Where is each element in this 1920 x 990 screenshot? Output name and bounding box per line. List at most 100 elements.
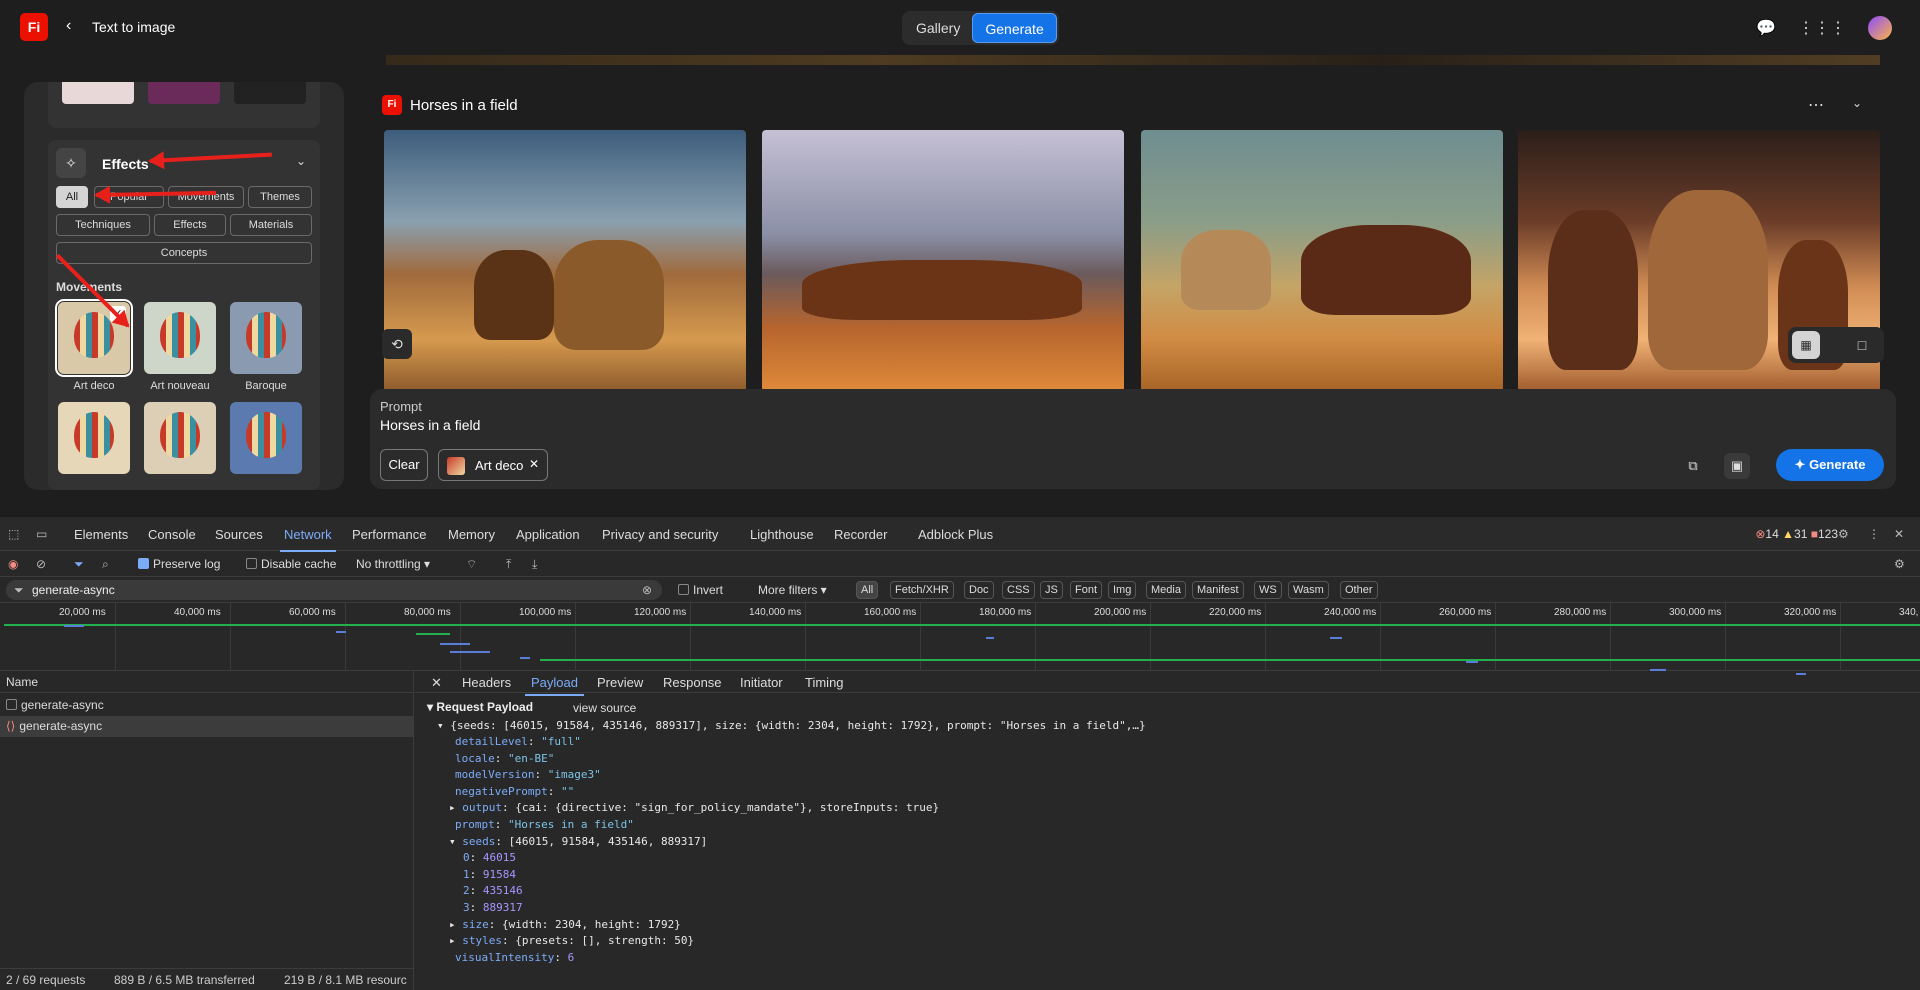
payload-summary[interactable]: ▾ {seeds: [46015, 91584, 435146, 889317]… bbox=[437, 719, 1146, 732]
tab-application[interactable]: Application bbox=[516, 527, 580, 542]
type-filter-manifest[interactable]: Manifest bbox=[1192, 581, 1244, 599]
type-filter-doc[interactable]: Doc bbox=[964, 581, 994, 599]
tab-response[interactable]: Response bbox=[663, 675, 722, 690]
tab-privacy[interactable]: Privacy and security bbox=[602, 527, 718, 542]
clear-filter-icon[interactable]: ⊗ bbox=[642, 583, 652, 597]
generated-image[interactable] bbox=[384, 130, 746, 392]
reference-image-icon[interactable]: ▣ bbox=[1724, 453, 1750, 479]
chevron-down-icon[interactable]: ⌄ bbox=[296, 154, 306, 168]
type-filter-wasm[interactable]: Wasm bbox=[1288, 581, 1329, 599]
tab-elements[interactable]: Elements bbox=[74, 527, 128, 542]
close-icon[interactable]: ✕ bbox=[431, 675, 442, 691]
thumbnail[interactable] bbox=[62, 82, 134, 104]
tab-console[interactable]: Console bbox=[148, 527, 196, 542]
issue-counts[interactable]: ⊗14 ▲31 ■123 bbox=[1755, 527, 1838, 541]
filter-all[interactable]: All bbox=[56, 186, 88, 208]
gear-icon[interactable]: ⚙ bbox=[1838, 527, 1849, 541]
history-icon[interactable]: ⟲ bbox=[382, 329, 412, 359]
type-filter-css[interactable]: CSS bbox=[1002, 581, 1035, 599]
name-column-header[interactable]: Name bbox=[0, 671, 414, 693]
gallery-tab[interactable]: Gallery bbox=[904, 13, 972, 43]
thumbnail[interactable] bbox=[148, 82, 220, 104]
export-har-icon[interactable]: ⤓ bbox=[532, 557, 537, 572]
record-icon[interactable]: ◉ bbox=[8, 557, 18, 571]
image-settings-icon[interactable]: ⧉ bbox=[1680, 453, 1706, 479]
kebab-menu-icon[interactable]: ⋮ bbox=[1868, 527, 1880, 541]
tab-adblock-plus[interactable]: Adblock Plus bbox=[918, 527, 993, 542]
type-filter-ws[interactable]: WS bbox=[1254, 581, 1282, 599]
filter-icon[interactable]: ⏷ bbox=[74, 557, 84, 572]
generated-image[interactable] bbox=[762, 130, 1124, 392]
filter-themes[interactable]: Themes bbox=[248, 186, 312, 208]
search-icon[interactable]: ⌕ bbox=[102, 557, 109, 572]
chevron-down-icon[interactable]: ⌄ bbox=[1852, 96, 1862, 110]
filter-input[interactable]: ⏷ generate-async ⊗ bbox=[6, 580, 662, 600]
tab-initiator[interactable]: Initiator bbox=[740, 675, 783, 690]
view-source-link[interactable]: view source bbox=[573, 701, 636, 715]
style-tile[interactable] bbox=[144, 402, 216, 474]
type-filter-media[interactable]: Media bbox=[1146, 581, 1186, 599]
inspect-icon[interactable]: ⬚ bbox=[8, 527, 19, 541]
type-filter-img[interactable]: Img bbox=[1108, 581, 1137, 599]
tab-preview[interactable]: Preview bbox=[597, 675, 643, 690]
clear-icon[interactable]: ⊘ bbox=[36, 557, 46, 571]
network-conditions-icon[interactable]: ⌔ bbox=[466, 557, 477, 572]
payload-line[interactable]: ▸ size: {width: 2304, height: 1792} bbox=[449, 918, 681, 931]
style-tile[interactable] bbox=[230, 402, 302, 474]
tab-headers[interactable]: Headers bbox=[462, 675, 511, 690]
type-filter-all[interactable]: All bbox=[856, 581, 879, 599]
feedback-icon[interactable]: 💬 bbox=[1756, 18, 1776, 38]
tab-network[interactable]: Network bbox=[280, 527, 336, 552]
type-filter-other[interactable]: Other bbox=[1340, 581, 1378, 599]
network-timeline[interactable]: 20,000 ms 40,000 ms 60,000 ms 80,000 ms 100,… bbox=[0, 603, 1920, 675]
close-icon[interactable]: ✕ bbox=[529, 457, 539, 471]
filter-techniques[interactable]: Techniques bbox=[56, 214, 150, 236]
filter-materials[interactable]: Materials bbox=[230, 214, 312, 236]
tab-payload[interactable]: Payload bbox=[525, 675, 584, 696]
more-filters-dropdown[interactable]: More filters ▾ bbox=[758, 583, 827, 597]
generate-tab[interactable]: Generate bbox=[972, 13, 1057, 43]
tab-timing[interactable]: Timing bbox=[805, 675, 844, 690]
avatar[interactable] bbox=[1868, 16, 1892, 40]
disable-cache-checkbox[interactable]: Disable cache bbox=[246, 557, 336, 571]
payload-line[interactable]: ▸ styles: {presets: [], strength: 50} bbox=[449, 934, 694, 947]
generated-image[interactable] bbox=[1141, 130, 1503, 392]
style-tile[interactable] bbox=[58, 402, 130, 474]
style-baroque[interactable] bbox=[230, 302, 302, 374]
type-filter-fetch[interactable]: Fetch/XHR bbox=[890, 581, 954, 599]
style-art-deco[interactable]: ✓ bbox=[55, 299, 133, 377]
thumbnail[interactable] bbox=[234, 82, 306, 104]
filter-concepts[interactable]: Concepts bbox=[56, 242, 312, 264]
network-settings-icon[interactable]: ⚙ bbox=[1894, 557, 1905, 571]
throttling-select[interactable]: No throttling ▾ bbox=[356, 557, 430, 571]
chevron-left-icon[interactable]: ‹ bbox=[66, 17, 71, 35]
style-art-nouveau[interactable] bbox=[144, 302, 216, 374]
invert-checkbox[interactable]: Invert bbox=[678, 583, 723, 597]
payload-line[interactable]: ▾ seeds: [46015, 91584, 435146, 889317] bbox=[449, 835, 707, 848]
request-row[interactable]: generate-async bbox=[0, 695, 414, 716]
tab-performance[interactable]: Performance bbox=[352, 527, 426, 542]
tab-recorder[interactable]: Recorder bbox=[834, 527, 887, 542]
type-filter-font[interactable]: Font bbox=[1070, 581, 1103, 599]
single-view-icon[interactable]: □ bbox=[1848, 331, 1876, 359]
filter-effects[interactable]: Effects bbox=[154, 214, 226, 236]
generate-button[interactable]: ✦ Generate bbox=[1776, 449, 1884, 481]
request-row[interactable]: ⟨⟩ generate-async bbox=[0, 716, 414, 737]
tab-lighthouse[interactable]: Lighthouse bbox=[750, 527, 814, 542]
grid-view-icon[interactable]: ▦ bbox=[1792, 331, 1820, 359]
preserve-log-checkbox[interactable]: Preserve log bbox=[138, 557, 220, 571]
filter-movements[interactable]: Movements bbox=[168, 186, 244, 208]
import-har-icon[interactable]: ⤒ bbox=[506, 557, 511, 572]
tab-memory[interactable]: Memory bbox=[448, 527, 495, 542]
clear-button[interactable]: Clear bbox=[380, 449, 428, 481]
apps-grid-icon[interactable]: ⋮⋮⋮ bbox=[1798, 18, 1846, 38]
firefly-logo[interactable]: Fi bbox=[20, 13, 48, 41]
close-icon[interactable]: ✕ bbox=[1894, 527, 1904, 541]
payload-line[interactable]: ▸ output: {cai: {directive: "sign_for_po… bbox=[449, 801, 939, 814]
device-toolbar-icon[interactable]: ▭ bbox=[36, 527, 47, 541]
payload-section-title[interactable]: ▾ Request Payload bbox=[427, 700, 533, 714]
type-filter-js[interactable]: JS bbox=[1040, 581, 1063, 599]
tab-sources[interactable]: Sources bbox=[215, 527, 263, 542]
more-icon[interactable]: ⋯ bbox=[1808, 95, 1824, 115]
prompt-input[interactable]: Horses in a field bbox=[380, 417, 480, 433]
